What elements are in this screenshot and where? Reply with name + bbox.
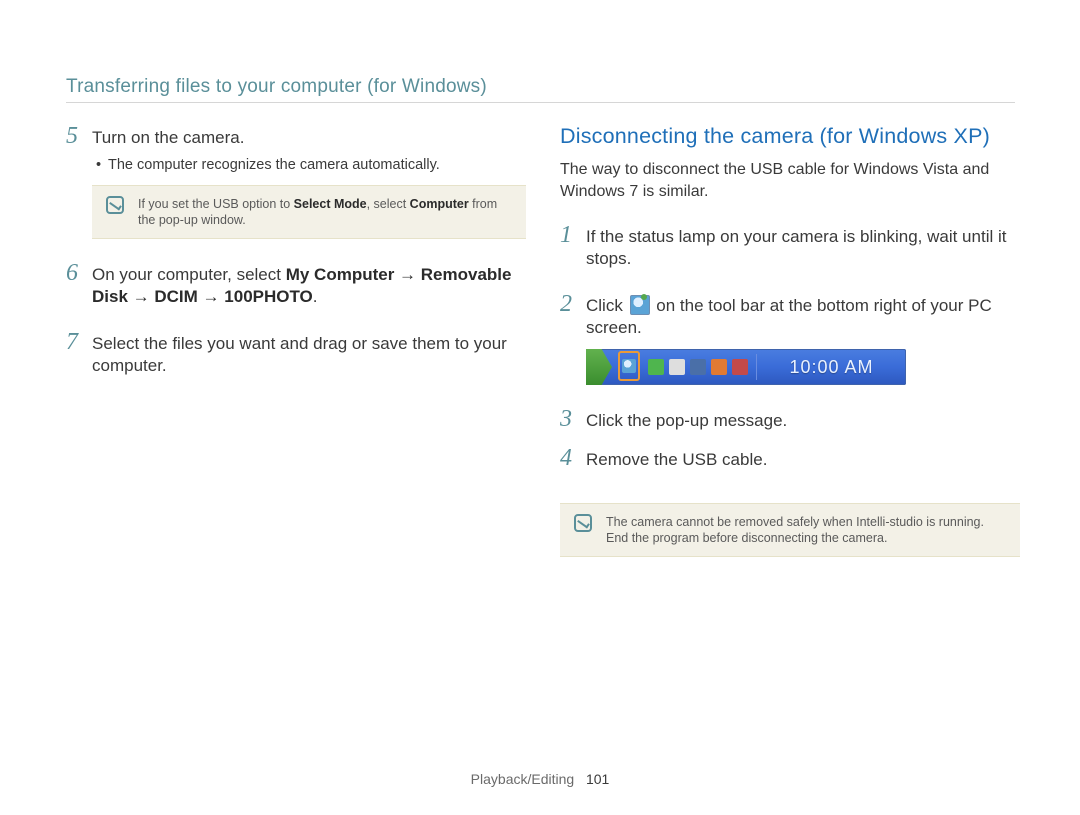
- step-2: 2 Click on the tool bar at the bottom ri…: [560, 292, 1020, 339]
- step-text: Turn on the camera.: [92, 127, 526, 149]
- bullet-text: The computer recognizes the camera autom…: [108, 155, 440, 175]
- step-text: If the status lamp on your camera is bli…: [586, 226, 1020, 270]
- step-number: 4: [560, 446, 586, 470]
- tray-icon: [732, 359, 748, 375]
- step-number: 6: [66, 261, 92, 285]
- step-1: 1 If the status lamp on your camera is b…: [560, 223, 1020, 270]
- note-icon: [574, 514, 592, 532]
- divider: [66, 102, 1015, 103]
- intro-text: The way to disconnect the USB cable for …: [560, 159, 1020, 203]
- footer-section: Playback/Editing: [471, 771, 575, 787]
- note-box: If you set the USB option to Select Mode…: [92, 185, 526, 239]
- tray-divider: [756, 354, 757, 380]
- left-column: 5 Turn on the camera. • The computer rec…: [66, 124, 526, 383]
- bullet-dot: •: [96, 155, 108, 175]
- tray-icons-group: [642, 359, 754, 375]
- section-heading: Disconnecting the camera (for Windows XP…: [560, 124, 1020, 149]
- note-text: The camera cannot be removed safely when…: [606, 514, 1006, 546]
- step-5: 5 Turn on the camera.: [66, 124, 526, 149]
- step-text: On your computer, select My Computer → R…: [92, 264, 526, 308]
- step-3: 3 Click the pop-up message.: [560, 407, 1020, 432]
- step-4: 4 Remove the USB cable.: [560, 446, 1020, 471]
- note-text: If you set the USB option to Select Mode…: [138, 196, 512, 228]
- note-box: The camera cannot be removed safely when…: [560, 503, 1020, 557]
- step-number: 3: [560, 407, 586, 431]
- topic-title: Transferring files to your computer (for…: [66, 76, 487, 98]
- step-text: Click on the tool bar at the bottom righ…: [586, 295, 1020, 339]
- step-number: 2: [560, 292, 586, 316]
- right-column: Disconnecting the camera (for Windows XP…: [560, 124, 1020, 579]
- step-text: Click the pop-up message.: [586, 410, 1020, 432]
- safely-remove-hardware-icon: [630, 295, 650, 315]
- step-number: 5: [66, 124, 92, 148]
- step-number: 7: [66, 330, 92, 354]
- tray-icon: [669, 359, 685, 375]
- page: Transferring files to your computer (for…: [0, 0, 1080, 815]
- step-6: 6 On your computer, select My Computer →…: [66, 261, 526, 308]
- tray-clock: 10:00 AM: [763, 357, 906, 378]
- tray-icon: [690, 359, 706, 375]
- tray-icon: [711, 359, 727, 375]
- safely-remove-hardware-icon: [622, 359, 636, 373]
- start-chevron-icon: [586, 349, 612, 385]
- page-number: 101: [586, 771, 609, 787]
- step-7: 7 Select the files you want and drag or …: [66, 330, 526, 377]
- taskbar-illustration: 10:00 AM: [586, 349, 906, 385]
- tray-icon: [648, 359, 664, 375]
- note-icon: [106, 196, 124, 214]
- step-text: Remove the USB cable.: [586, 449, 1020, 471]
- step-number: 1: [560, 223, 586, 247]
- step-text: Select the files you want and drag or sa…: [92, 333, 526, 377]
- sub-bullet: • The computer recognizes the camera aut…: [96, 155, 526, 175]
- page-footer: Playback/Editing 101: [0, 771, 1080, 787]
- highlighted-tray-icon: [618, 351, 640, 381]
